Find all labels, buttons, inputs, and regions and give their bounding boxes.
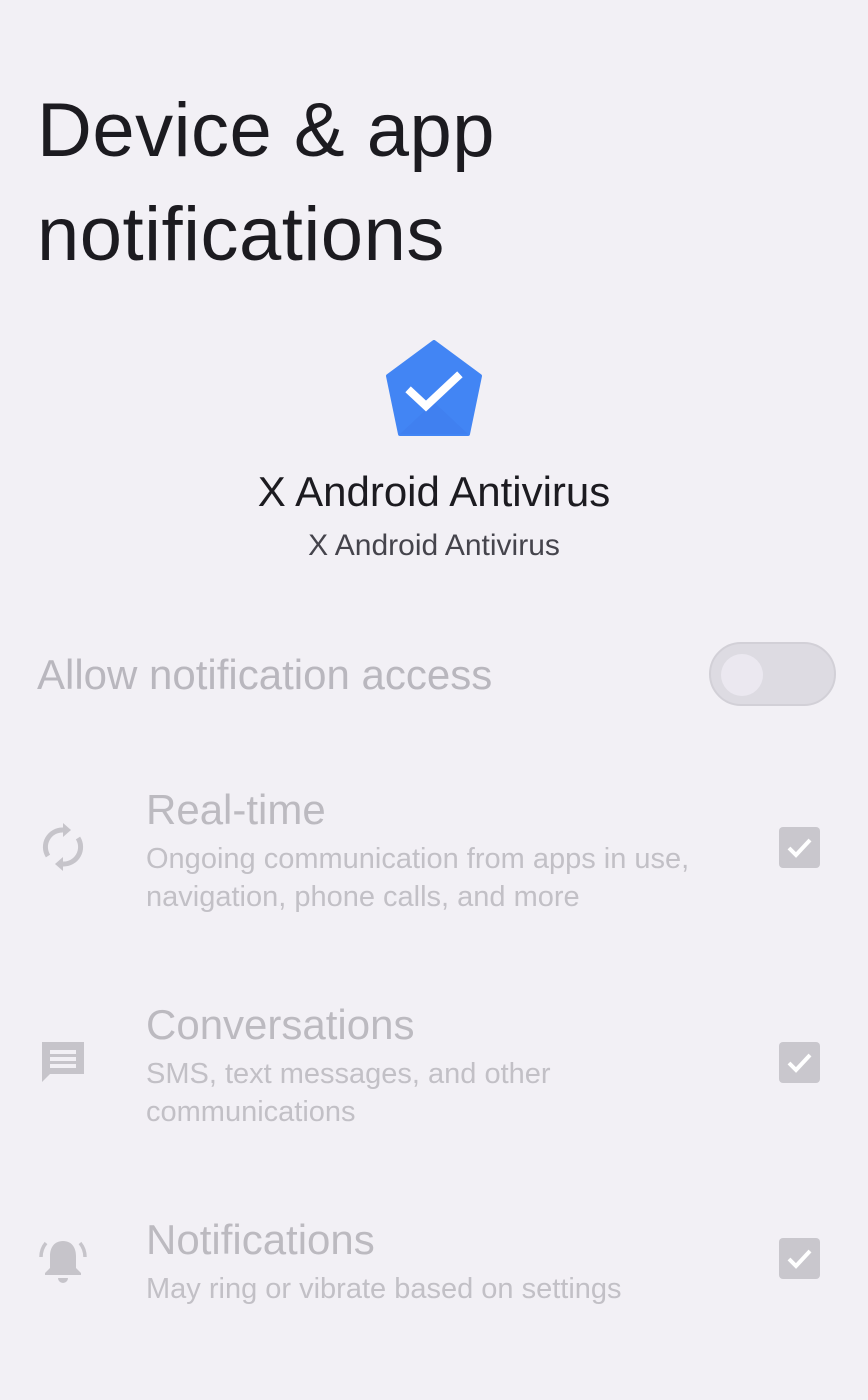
toggle-knob <box>721 654 763 696</box>
allow-notification-access-label: Allow notification access <box>37 651 493 698</box>
sync-icon <box>42 823 84 871</box>
bell-ringing-icon <box>39 1241 87 1283</box>
app-header: X Android Antivirus X Android Antivirus <box>0 340 868 564</box>
notification-type-realtime[interactable]: Real-time Ongoing communication from app… <box>0 785 868 925</box>
page-title: Device & app notifications <box>37 87 496 277</box>
app-package-label: X Android Antivirus <box>308 529 560 562</box>
notification-type-text: Real-time Ongoing communication from app… <box>146 785 706 916</box>
verified-shield-icon <box>386 340 482 436</box>
checkmark-icon <box>787 1053 812 1073</box>
notification-type-conversations[interactable]: Conversations SMS, text messages, and ot… <box>0 1000 868 1140</box>
notifications-checkbox[interactable] <box>779 1238 820 1279</box>
notification-type-text: Conversations SMS, text messages, and ot… <box>146 1000 706 1131</box>
notification-type-title: Conversations <box>146 1001 415 1048</box>
notification-type-notifications[interactable]: Notifications May ring or vibrate based … <box>0 1215 868 1325</box>
notification-type-title: Notifications <box>146 1216 375 1263</box>
message-icon <box>42 1042 84 1082</box>
checkmark-icon <box>787 838 812 858</box>
notification-type-description: May ring or vibrate based on settings <box>146 1273 622 1305</box>
notification-type-text: Notifications May ring or vibrate based … <box>146 1215 706 1308</box>
allow-notification-access-row[interactable]: Allow notification access <box>0 640 868 708</box>
conversations-checkbox[interactable] <box>779 1042 820 1083</box>
notification-type-description: Ongoing communication from apps in use, … <box>146 843 690 913</box>
notification-type-title: Real-time <box>146 786 326 833</box>
allow-notification-access-toggle[interactable] <box>709 642 836 706</box>
notification-type-description: SMS, text messages, and other communicat… <box>146 1058 551 1128</box>
realtime-checkbox[interactable] <box>779 827 820 868</box>
checkmark-icon <box>787 1249 812 1269</box>
app-name: X Android Antivirus <box>257 468 611 515</box>
